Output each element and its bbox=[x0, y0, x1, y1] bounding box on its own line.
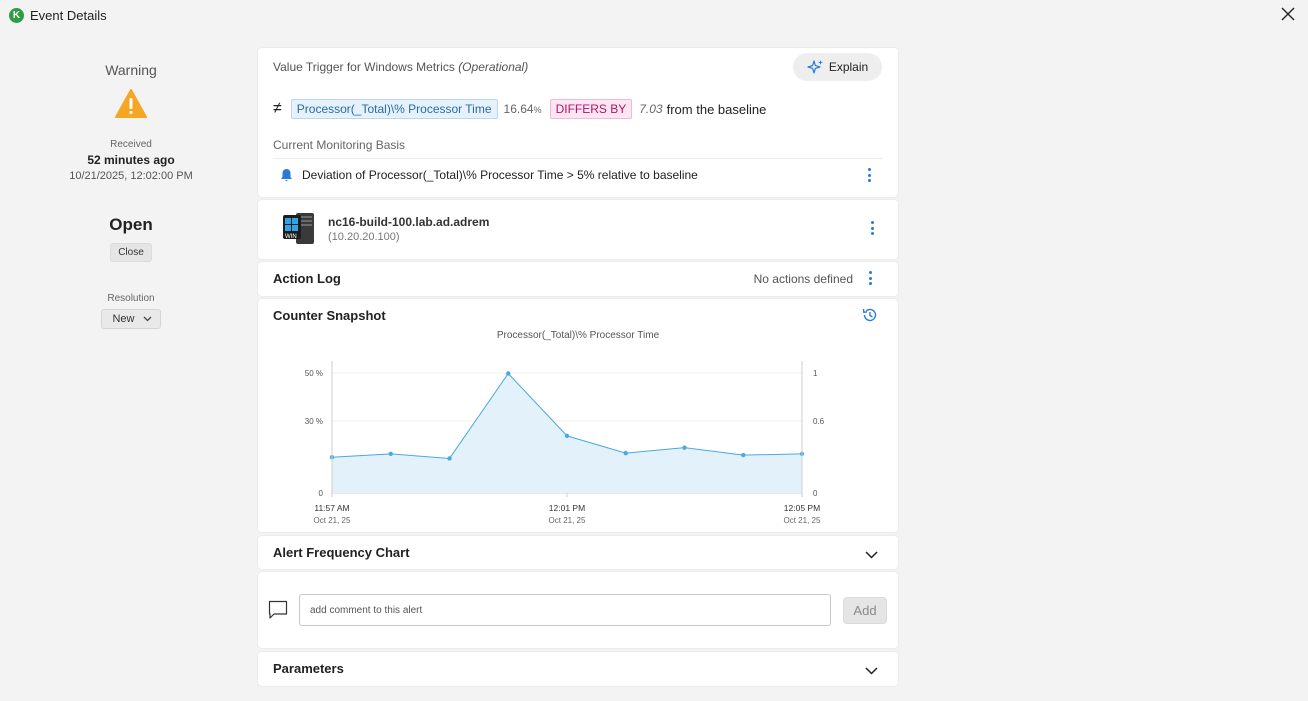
close-window-button[interactable] bbox=[1278, 5, 1298, 25]
action-log-menu-button[interactable] bbox=[865, 271, 875, 285]
comment-input[interactable] bbox=[299, 594, 831, 626]
data-point bbox=[623, 450, 628, 456]
resolution-label: Resolution bbox=[107, 293, 155, 304]
chart-title: Processor(_Total)\% Processor Time bbox=[497, 330, 660, 341]
action-log-status: No actions defined bbox=[753, 272, 853, 286]
sparkle-icon bbox=[807, 59, 823, 74]
action-log-title: Action Log bbox=[273, 271, 341, 286]
current-value-number: 16.64 bbox=[503, 102, 534, 116]
divider bbox=[273, 158, 883, 159]
y2-tick-label: 0 bbox=[813, 489, 818, 498]
x-tick-date: Oct 21, 25 bbox=[549, 516, 586, 525]
data-point bbox=[741, 452, 746, 458]
chevron-down-icon bbox=[865, 667, 878, 675]
x-tick-time: 12:05 PM bbox=[784, 503, 820, 513]
x-tick-time: 12:01 PM bbox=[549, 503, 585, 513]
resolution-select[interactable]: New bbox=[101, 309, 161, 329]
close-icon bbox=[1281, 7, 1295, 21]
received-datetime: 10/21/2025, 12:02:00 PM bbox=[69, 170, 193, 182]
comment-icon bbox=[268, 600, 288, 625]
current-value: 16.64% bbox=[504, 102, 542, 116]
close-event-wrap: Close bbox=[0, 242, 262, 262]
explain-label: Explain bbox=[828, 60, 869, 74]
series-area bbox=[332, 373, 802, 493]
explain-button[interactable]: Explain bbox=[793, 53, 882, 81]
resolution-value: New bbox=[112, 313, 135, 325]
data-point bbox=[564, 433, 570, 439]
parameters-title: Parameters bbox=[273, 661, 344, 676]
trigger-name: Value Trigger for Windows Metrics bbox=[273, 60, 455, 74]
action-log-card: Action Log No actions defined bbox=[258, 262, 898, 296]
data-point bbox=[506, 371, 511, 376]
y-tick-label: 50 % bbox=[305, 369, 323, 378]
trigger-title: Value Trigger for Windows Metrics (Opera… bbox=[273, 60, 528, 74]
trigger-card: Value Trigger for Windows Metrics (Opera… bbox=[258, 48, 898, 197]
y2-tick-label: 1 bbox=[813, 369, 818, 378]
basis-menu-button[interactable] bbox=[864, 168, 874, 182]
windows-server-icon: WIN bbox=[282, 212, 316, 250]
metric-row: ≠ Processor(_Total)\% Processor Time 16.… bbox=[273, 98, 766, 120]
monitoring-basis-label: Current Monitoring Basis bbox=[273, 138, 406, 152]
current-value-unit: % bbox=[533, 105, 542, 115]
chevron-down-icon bbox=[865, 551, 878, 559]
metric-chip[interactable]: Processor(_Total)\% Processor Time bbox=[290, 99, 498, 119]
baseline-text: from the baseline bbox=[666, 101, 767, 117]
event-state: Open bbox=[109, 215, 153, 234]
parameters-card[interactable]: Parameters bbox=[258, 652, 898, 686]
received-label: Received bbox=[110, 139, 152, 150]
app-logo-icon: K bbox=[9, 8, 24, 23]
window-title: Event Details bbox=[30, 8, 107, 23]
alert-frequency-title: Alert Frequency Chart bbox=[273, 545, 410, 560]
received-ago: 52 minutes ago bbox=[87, 153, 175, 167]
not-equal-icon: ≠ bbox=[273, 100, 282, 117]
resolution-wrap: New bbox=[0, 309, 262, 329]
device-card: WIN nc16-build-100.lab.ad.adrem (10.20.2… bbox=[258, 200, 898, 259]
counter-chart: Processor(_Total)\% Processor Time 0 0 30 … bbox=[305, 330, 825, 525]
difference-value: 7.03 bbox=[639, 102, 663, 116]
x-tick-time: 11:57 AM bbox=[314, 503, 349, 513]
x-tick-date: Oct 21, 25 bbox=[784, 516, 821, 525]
warning-icon bbox=[0, 88, 262, 125]
close-event-button[interactable]: Close bbox=[110, 243, 152, 262]
y2-tick-label: 0.6 bbox=[813, 417, 825, 426]
comment-card: Add bbox=[258, 572, 898, 648]
device-menu-button[interactable] bbox=[867, 221, 877, 235]
trigger-mode: (Operational) bbox=[458, 60, 529, 74]
add-comment-button[interactable]: Add bbox=[843, 597, 887, 624]
data-point bbox=[682, 445, 687, 450]
os-badge-label: WIN bbox=[285, 234, 297, 240]
severity-label: Warning bbox=[105, 62, 157, 78]
differs-badge: DIFFERS BY bbox=[549, 99, 633, 119]
device-name[interactable]: nc16-build-100.lab.ad.adrem bbox=[328, 215, 489, 229]
y-tick-label: 0 bbox=[319, 489, 324, 498]
y-tick-label: 30 % bbox=[305, 417, 323, 426]
device-ip: (10.20.20.100) bbox=[328, 231, 400, 243]
data-point bbox=[388, 451, 393, 457]
chevron-down-icon bbox=[143, 316, 151, 322]
x-tick-date: Oct 21, 25 bbox=[314, 516, 351, 525]
counter-snapshot-card: Counter Snapshot Processor(_Total)\% Pro… bbox=[258, 299, 898, 532]
monitoring-basis-row: Deviation of Processor(_Total)\% Process… bbox=[280, 168, 698, 182]
data-point bbox=[447, 456, 452, 461]
title-bar: K Event Details bbox=[0, 0, 1308, 32]
alert-frequency-card[interactable]: Alert Frequency Chart bbox=[258, 536, 898, 569]
bell-icon bbox=[281, 169, 292, 181]
alert-frequency-expand[interactable] bbox=[865, 546, 878, 564]
parameters-expand[interactable] bbox=[865, 662, 878, 680]
monitoring-basis-rule: Deviation of Processor(_Total)\% Process… bbox=[302, 168, 698, 182]
